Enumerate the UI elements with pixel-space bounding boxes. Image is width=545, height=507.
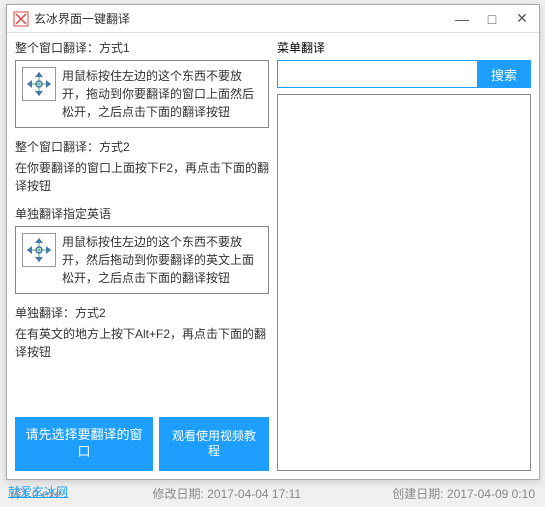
right-panel: 菜单翻译 搜索 bbox=[277, 39, 531, 471]
result-listbox[interactable] bbox=[277, 94, 531, 471]
maximize-button[interactable]: □ bbox=[481, 9, 503, 29]
menu-translate-title: 菜单翻译 bbox=[277, 39, 531, 56]
select-window-button[interactable]: 请先选择要翻译的窗口 bbox=[15, 417, 153, 471]
search-button[interactable]: 搜索 bbox=[477, 60, 531, 88]
section1-title: 整个窗口翻译：方式1 bbox=[15, 39, 269, 56]
section2-desc: 在你要翻译的窗口上面按下F2，再点击下面的翻译按钮 bbox=[15, 159, 269, 195]
drag-target-icon[interactable] bbox=[22, 233, 56, 267]
app-window: 玄冰界面一键翻译 — □ ✕ 整个窗口翻译：方式1 用鼠标按住左 bbox=[6, 4, 540, 480]
section3-box: 用鼠标按住左边的这个东西不要放开，然后拖动到你要翻译的英文上面松开，之后点击下面… bbox=[15, 226, 269, 294]
section3-desc: 用鼠标按住左边的这个东西不要放开，然后拖动到你要翻译的英文上面松开，之后点击下面… bbox=[62, 233, 262, 287]
section3-title: 单独翻译指定英语 bbox=[15, 205, 269, 222]
titlebar[interactable]: 玄冰界面一键翻译 — □ ✕ bbox=[7, 5, 539, 33]
section4-title: 单独翻译：方式2 bbox=[15, 304, 269, 321]
window-title: 玄冰界面一键翻译 bbox=[34, 10, 451, 27]
left-panel: 整个窗口翻译：方式1 用鼠标按住左边的这个东西不要放开，拖动到你要翻译的窗口上面… bbox=[15, 39, 269, 471]
watch-video-button[interactable]: 观看使用视频教程 bbox=[159, 417, 269, 471]
close-button[interactable]: ✕ bbox=[511, 9, 533, 29]
section1-desc: 用鼠标按住左边的这个东西不要放开，拖动到你要翻译的窗口上面然后松开，之后点击下面… bbox=[62, 67, 262, 121]
footer-link[interactable]: 就爱玄冰网 bbox=[8, 483, 68, 500]
section4-desc: 在有英文的地方上按下Alt+F2，再点击下面的翻译按钮 bbox=[15, 325, 269, 361]
background-row-2: 译1.0.exe 修改日期: 2017-04-04 17:11 创建日期: 20… bbox=[0, 480, 545, 507]
section1-box: 用鼠标按住左边的这个东西不要放开，拖动到你要翻译的窗口上面然后松开，之后点击下面… bbox=[15, 60, 269, 128]
search-input[interactable] bbox=[277, 60, 477, 88]
minimize-button[interactable]: — bbox=[451, 9, 473, 29]
drag-target-icon[interactable] bbox=[22, 67, 56, 101]
section2-title: 整个窗口翻译：方式2 bbox=[15, 138, 269, 155]
app-icon bbox=[13, 11, 29, 27]
